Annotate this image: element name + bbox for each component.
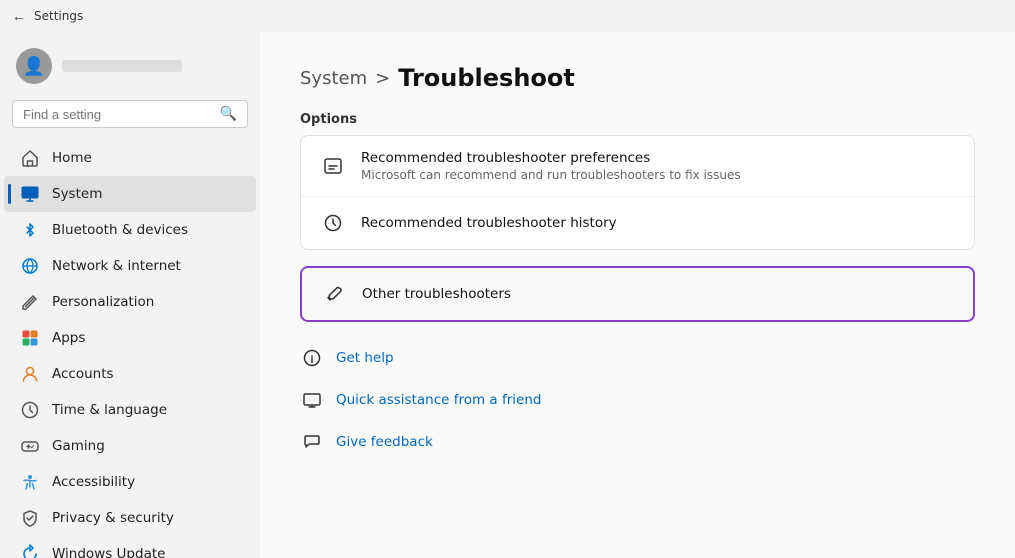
other-troubleshooters-text: Other troubleshooters xyxy=(362,286,511,302)
sidebar-item-bluetooth[interactable]: Bluetooth & devices xyxy=(4,212,256,248)
time-nav-label: Time & language xyxy=(52,402,240,418)
network-nav-label: Network & internet xyxy=(52,258,240,274)
recommended-preferences-title: Recommended troubleshooter preferences xyxy=(361,150,741,166)
recommended-history-icon xyxy=(321,211,345,235)
sidebar-item-apps[interactable]: Apps xyxy=(4,320,256,356)
quick-assistance-label: Quick assistance from a friend xyxy=(336,392,542,408)
back-button[interactable]: ← xyxy=(12,8,26,24)
home-nav-label: Home xyxy=(52,150,240,166)
system-nav-icon xyxy=(20,184,40,204)
get-help-item[interactable]: Get help xyxy=(300,338,975,378)
apps-nav-icon xyxy=(20,328,40,348)
apps-nav-label: Apps xyxy=(52,330,240,346)
sidebar-item-personalization[interactable]: Personalization xyxy=(4,284,256,320)
give-feedback-item[interactable]: Give feedback xyxy=(300,422,975,462)
other-troubleshooters-title: Other troubleshooters xyxy=(362,286,511,302)
give-feedback-icon xyxy=(300,430,324,454)
get-help-label: Get help xyxy=(336,350,394,366)
option-recommended-preferences[interactable]: Recommended troubleshooter preferences M… xyxy=(301,136,974,197)
accounts-nav-label: Accounts xyxy=(52,366,240,382)
gaming-nav-label: Gaming xyxy=(52,438,240,454)
quick-assistance-icon xyxy=(300,388,324,412)
bluetooth-nav-icon xyxy=(20,220,40,240)
breadcrumb-separator: > xyxy=(375,68,390,89)
search-box[interactable]: 🔍 xyxy=(12,100,248,128)
sidebar-item-home[interactable]: Home xyxy=(4,140,256,176)
sidebar-item-system[interactable]: System xyxy=(4,176,256,212)
options-card: Recommended troubleshooter preferences M… xyxy=(300,135,975,250)
recommended-preferences-text: Recommended troubleshooter preferences M… xyxy=(361,150,741,182)
title-bar: ← Settings xyxy=(0,0,1015,32)
sidebar-item-update[interactable]: Windows Update xyxy=(4,536,256,558)
sidebar-item-privacy[interactable]: Privacy & security xyxy=(4,500,256,536)
bluetooth-nav-label: Bluetooth & devices xyxy=(52,222,240,238)
sidebar-item-accounts[interactable]: Accounts xyxy=(4,356,256,392)
recommended-history-title: Recommended troubleshooter history xyxy=(361,215,617,231)
sidebar-item-time[interactable]: Time & language xyxy=(4,392,256,428)
user-profile: 👤 xyxy=(0,40,260,100)
sidebar-item-accessibility[interactable]: Accessibility xyxy=(4,464,256,500)
recommended-preferences-icon xyxy=(321,154,345,178)
privacy-nav-label: Privacy & security xyxy=(52,510,240,526)
other-troubleshooters-wrapper: Other troubleshooters xyxy=(300,266,975,322)
update-nav-label: Windows Update xyxy=(52,546,240,558)
network-nav-icon xyxy=(20,256,40,276)
sidebar: 👤 🔍 Home System Bluetooth & devices Network… xyxy=(0,32,260,558)
gaming-nav-icon xyxy=(20,436,40,456)
system-nav-label: System xyxy=(52,186,240,202)
user-name-placeholder xyxy=(62,60,182,72)
options-label: Options xyxy=(300,112,975,127)
accessibility-nav-label: Accessibility xyxy=(52,474,240,490)
content-area: System > Troubleshoot Options Recommende… xyxy=(260,32,1015,558)
personalization-nav-label: Personalization xyxy=(52,294,240,310)
other-troubleshooters-icon xyxy=(322,282,346,306)
update-nav-icon xyxy=(20,544,40,558)
option-recommended-history[interactable]: Recommended troubleshooter history xyxy=(301,197,974,249)
give-feedback-label: Give feedback xyxy=(336,434,433,450)
breadcrumb-current: Troubleshoot xyxy=(398,64,575,92)
sidebar-item-network[interactable]: Network & internet xyxy=(4,248,256,284)
time-nav-icon xyxy=(20,400,40,420)
get-help-icon xyxy=(300,346,324,370)
nav-items: Home System Bluetooth & devices Network & i… xyxy=(0,140,260,558)
search-input[interactable] xyxy=(23,107,212,122)
recommended-preferences-subtitle: Microsoft can recommend and run troubles… xyxy=(361,168,741,182)
main-layout: 👤 🔍 Home System Bluetooth & devices Network… xyxy=(0,32,1015,558)
quick-assistance-item[interactable]: Quick assistance from a friend xyxy=(300,380,975,420)
personalization-nav-icon xyxy=(20,292,40,312)
option-other-troubleshooters[interactable]: Other troubleshooters xyxy=(302,268,973,320)
title-bar-text: Settings xyxy=(34,9,83,23)
avatar: 👤 xyxy=(16,48,52,84)
breadcrumb: System > Troubleshoot xyxy=(300,64,975,92)
recommended-history-text: Recommended troubleshooter history xyxy=(361,215,617,231)
accessibility-nav-icon xyxy=(20,472,40,492)
breadcrumb-parent: System xyxy=(300,68,367,89)
sidebar-item-gaming[interactable]: Gaming xyxy=(4,428,256,464)
accounts-nav-icon xyxy=(20,364,40,384)
privacy-nav-icon xyxy=(20,508,40,528)
home-nav-icon xyxy=(20,148,40,168)
search-icon: 🔍 xyxy=(220,106,237,122)
link-items: Get help Quick assistance from a friend xyxy=(300,338,975,462)
